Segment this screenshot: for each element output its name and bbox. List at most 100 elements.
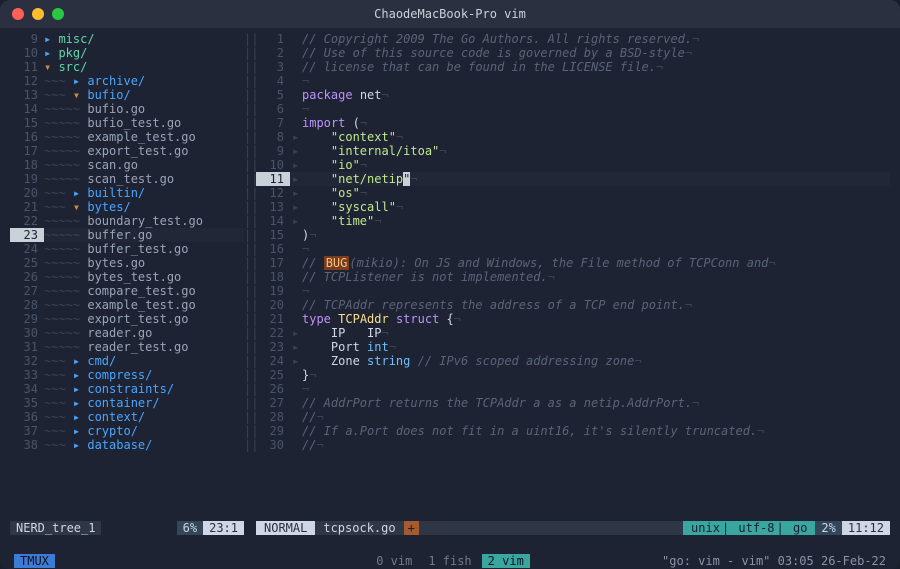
代码行[interactable]: 27 // AddrPort returns the TCPAddr a as …: [256, 396, 890, 410]
代码行[interactable]: 22▸ IP IP¬: [256, 326, 890, 340]
行号: 24: [256, 354, 290, 368]
行号: 3: [256, 60, 290, 74]
tree-label: ~~~ ▸ archive/: [44, 74, 145, 88]
tree-file[interactable]: 16~~~~~ example_test.go: [10, 130, 244, 144]
代码文本: // license that can be found in the LICE…: [302, 60, 890, 74]
tree-file[interactable]: 29~~~~~ export_test.go: [10, 312, 244, 326]
代码行[interactable]: 1 // Copyright 2009 The Go Authors. All …: [256, 32, 890, 46]
tree-dir[interactable]: 13~~~ ▾ bufio/: [10, 88, 244, 102]
终端[interactable]: 9▸ misc/10▸ pkg/11▾ src/12~~~ ▸ archive/…: [0, 28, 900, 569]
tree-file[interactable]: 23~~~~~ buffer.go: [10, 228, 244, 242]
tree-dir[interactable]: 21~~~ ▾ bytes/: [10, 200, 244, 214]
tree-dir[interactable]: 36~~~ ▸ context/: [10, 410, 244, 424]
折叠标记: ▸: [290, 172, 302, 186]
代码行[interactable]: 13▸ "syscall"¬: [256, 200, 890, 214]
tree-file[interactable]: 27~~~~~ compare_test.go: [10, 284, 244, 298]
编辑器面板[interactable]: 1 // Copyright 2009 The Go Authors. All …: [256, 32, 890, 521]
行号: 20: [10, 186, 44, 200]
tree-file[interactable]: 26~~~~~ bytes_test.go: [10, 270, 244, 284]
tree-file[interactable]: 24~~~~~ buffer_test.go: [10, 242, 244, 256]
tmux窗口[interactable]: 2 vim: [482, 554, 530, 568]
代码文本: //¬: [302, 410, 890, 424]
tree-dir[interactable]: 20~~~ ▸ builtin/: [10, 186, 244, 200]
tree-dir[interactable]: 10▸ pkg/: [10, 46, 244, 60]
tree-file[interactable]: 31~~~~~ reader_test.go: [10, 340, 244, 354]
行号: 26: [256, 382, 290, 396]
折叠标记: [290, 32, 302, 46]
nerdtree面板[interactable]: 9▸ misc/10▸ pkg/11▾ src/12~~~ ▸ archive/…: [10, 32, 244, 521]
代码行[interactable]: 9▸ "internal/itoa"¬: [256, 144, 890, 158]
tree-dir[interactable]: 38~~~ ▸ database/: [10, 438, 244, 452]
代码行[interactable]: 26 ¬: [256, 382, 890, 396]
代码行[interactable]: 17 // BUG(mikio): On JS and Windows, the…: [256, 256, 890, 270]
折叠标记: ▸: [290, 214, 302, 228]
tree-dir[interactable]: 37~~~ ▸ crypto/: [10, 424, 244, 438]
行号: 7: [256, 116, 290, 130]
代码行[interactable]: 16 ¬: [256, 242, 890, 256]
tree-file[interactable]: 22~~~~~ boundary_test.go: [10, 214, 244, 228]
代码行[interactable]: 30 //¬: [256, 438, 890, 452]
折叠标记: ▸: [290, 354, 302, 368]
tree-label: ~~~~~ scan.go: [44, 158, 138, 172]
代码行[interactable]: 19 ¬: [256, 284, 890, 298]
命令行区域[interactable]: [10, 535, 890, 553]
tree-file[interactable]: 25~~~~~ bytes.go: [10, 256, 244, 270]
nerdtree状态位置: 23:1: [203, 521, 244, 535]
代码行[interactable]: 25 }¬: [256, 368, 890, 382]
tree-file[interactable]: 19~~~~~ scan_test.go: [10, 172, 244, 186]
代码行[interactable]: 11▸ "net/netip"¬: [256, 172, 890, 186]
代码行[interactable]: 24▸ Zone string // IPv6 scoped addressin…: [256, 354, 890, 368]
行号: 13: [256, 200, 290, 214]
代码行[interactable]: 2 // Use of this source code is governed…: [256, 46, 890, 60]
tree-dir[interactable]: 11▾ src/: [10, 60, 244, 74]
代码文本: ¬: [302, 284, 890, 298]
tree-label: ~~~~~ compare_test.go: [44, 284, 196, 298]
tree-label: ~~~ ▸ compress/: [44, 368, 152, 382]
代码行[interactable]: 8▸ "context"¬: [256, 130, 890, 144]
代码行[interactable]: 10▸ "io"¬: [256, 158, 890, 172]
行号: 16: [10, 130, 44, 144]
代码行[interactable]: 7 import (¬: [256, 116, 890, 130]
代码文本: "os"¬: [302, 186, 890, 200]
代码行[interactable]: 14▸ "time"¬: [256, 214, 890, 228]
行号: 29: [256, 424, 290, 438]
tree-dir[interactable]: 35~~~ ▸ container/: [10, 396, 244, 410]
行号: 9: [10, 32, 44, 46]
代码行[interactable]: 5 package net¬: [256, 88, 890, 102]
代码行[interactable]: 20 // TCPAddr represents the address of …: [256, 298, 890, 312]
tree-dir[interactable]: 34~~~ ▸ constraints/: [10, 382, 244, 396]
代码行[interactable]: 28 //¬: [256, 410, 890, 424]
tree-dir[interactable]: 9▸ misc/: [10, 32, 244, 46]
折叠标记: [290, 116, 302, 130]
代码行[interactable]: 18 // TCPListener is not implemented.¬: [256, 270, 890, 284]
tree-label: ~~~~~ buffer_test.go: [44, 242, 189, 256]
tree-file[interactable]: 15~~~~~ bufio_test.go: [10, 116, 244, 130]
代码行[interactable]: 15 )¬: [256, 228, 890, 242]
行号: 14: [10, 102, 44, 116]
tree-file[interactable]: 14~~~~~ bufio.go: [10, 102, 244, 116]
代码行[interactable]: 12▸ "os"¬: [256, 186, 890, 200]
代码行[interactable]: 21 type TCPAddr struct {¬: [256, 312, 890, 326]
tree-file[interactable]: 17~~~~~ export_test.go: [10, 144, 244, 158]
代码行[interactable]: 6 ¬: [256, 102, 890, 116]
tree-file[interactable]: 30~~~~~ reader.go: [10, 326, 244, 340]
代码行[interactable]: 23▸ Port int¬: [256, 340, 890, 354]
tmux窗口[interactable]: 1 fish: [422, 554, 477, 568]
tree-file[interactable]: 28~~~~~ example_test.go: [10, 298, 244, 312]
tree-dir[interactable]: 32~~~ ▸ cmd/: [10, 354, 244, 368]
tree-file[interactable]: 18~~~~~ scan.go: [10, 158, 244, 172]
代码行[interactable]: 29 // If a.Port does not fit in a uint16…: [256, 424, 890, 438]
tree-dir[interactable]: 12~~~ ▸ archive/: [10, 74, 244, 88]
代码行[interactable]: 3 // license that can be found in the LI…: [256, 60, 890, 74]
tmux窗口[interactable]: 0 vim: [370, 554, 418, 568]
行号: 1: [256, 32, 290, 46]
行号: 11: [10, 60, 44, 74]
代码文本: "context"¬: [302, 130, 890, 144]
折叠标记: [290, 312, 302, 326]
tree-label: ~~~~~ boundary_test.go: [44, 214, 203, 228]
折叠标记: [290, 102, 302, 116]
tree-dir[interactable]: 33~~~ ▸ compress/: [10, 368, 244, 382]
代码行[interactable]: 4 ¬: [256, 74, 890, 88]
代码文本: Port int¬: [302, 340, 890, 354]
行号: 16: [256, 242, 290, 256]
